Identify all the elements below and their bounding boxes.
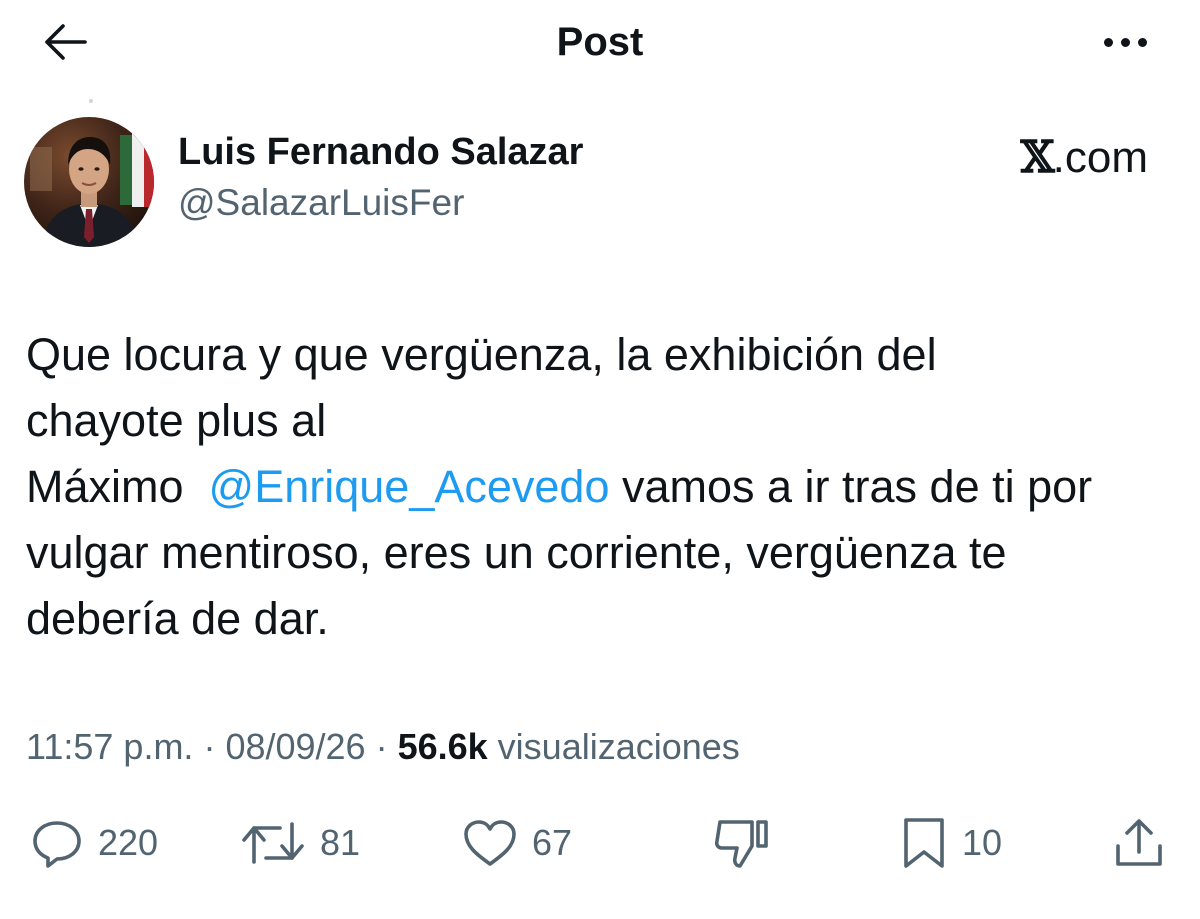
author-block: Luis Fernando Salazar @SalazarLuisFer [178,126,583,228]
bookmark-icon [904,818,944,868]
bookmark-button[interactable]: 10 [900,814,1002,872]
views-count: 56.6k [397,726,488,767]
meta-separator: · [365,726,398,767]
avatar[interactable] [24,117,154,247]
mention-link[interactable]: @Enrique_Acevedo [209,461,610,512]
profile-photo-icon [24,117,154,247]
post-time[interactable]: 11:57 p.m. [26,726,193,767]
back-button[interactable] [34,14,94,70]
bookmark-count: 10 [962,822,1003,863]
share-button[interactable] [1112,814,1166,872]
repost-button[interactable]: 81 [240,814,360,872]
x-logo-icon: 𝕏 [1020,132,1055,183]
share-icon [1116,819,1162,866]
more-options-button[interactable] [1090,14,1160,70]
tweet-line: debería de dar. [26,593,329,644]
tweet-text-segment: vamos a ir tras de ti por [609,461,1093,512]
page-title: Post [556,20,644,64]
x-com-watermark: 𝕏.com [1021,132,1149,184]
more-dot [1137,37,1147,47]
reply-count: 220 [98,822,159,863]
arrow-left-icon [45,24,87,60]
post-date[interactable]: 08/09/26 [225,726,365,767]
watermark-domain: .com [1052,133,1148,182]
repost-icon [242,822,304,864]
heart-icon [464,820,516,866]
top-bar: Post [0,0,1200,90]
tweet-text: Que locura y que vergüenza, la exhibició… [26,322,1186,652]
thumbs-down-icon [714,820,768,868]
author-handle[interactable]: @SalazarLuisFer [178,178,583,228]
like-button[interactable]: 67 [462,814,572,872]
tweet-line: Que locura y que vergüenza, la exhibició… [26,329,937,380]
author-name[interactable]: Luis Fernando Salazar [178,126,583,178]
more-horizontal-icon [1103,37,1113,47]
action-bar: 220 81 67 10 [0,808,1200,878]
tweet-line: Máximo @Enrique_Acevedo vamos a ir tras … [26,454,1186,520]
more-dot [1120,37,1130,47]
tweet-line: chayote plus al [26,395,327,446]
reply-button[interactable]: 220 [30,814,158,872]
views-label: visualizaciones [487,726,740,767]
dislike-button[interactable] [712,814,772,872]
meta-separator: · [193,726,226,767]
repost-count: 81 [320,822,361,863]
like-count: 67 [532,822,573,863]
tweet-text-segment: Máximo [26,461,197,512]
post-meta: 11:57 p.m. · 08/09/26 · 56.6k visualizac… [26,722,740,772]
reply-icon [33,821,81,868]
tweet-line: vulgar mentiroso, eres un corriente, ver… [26,527,1007,578]
decorative-dot [89,99,93,103]
